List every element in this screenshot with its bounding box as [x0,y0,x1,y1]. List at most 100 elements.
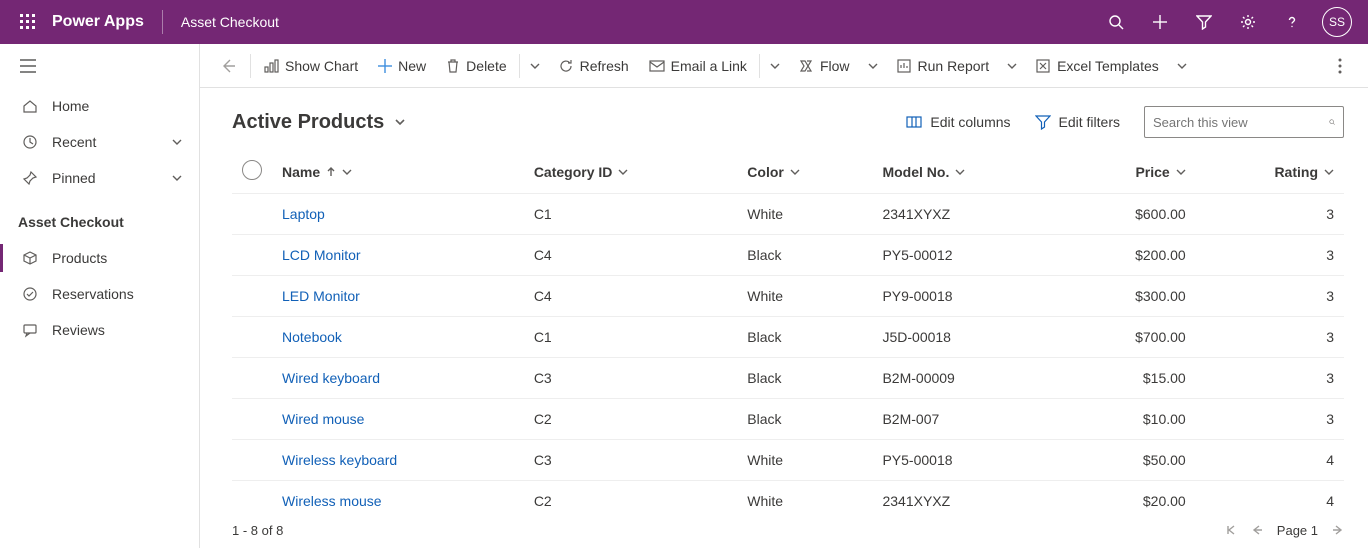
cell-name[interactable]: Wired mouse [272,399,524,440]
columns-icon [906,114,922,130]
cell-color: White [737,481,872,513]
settings-button[interactable] [1226,0,1270,44]
email-link-button[interactable]: Email a Link [639,44,757,88]
table-row[interactable]: Wireless mouseC2White2341XYXZ$20.004 [232,481,1344,513]
add-button[interactable] [1138,0,1182,44]
overflow-button[interactable] [1320,44,1360,88]
prev-page-button[interactable] [1251,524,1263,536]
filter-button[interactable] [1182,0,1226,44]
button-label: Run Report [918,58,990,74]
delete-dropdown[interactable] [522,61,548,71]
flow-button[interactable]: Flow [788,44,860,88]
excel-templates-button[interactable]: Excel Templates [1025,44,1169,88]
sidebar-item-products[interactable]: Products [0,240,199,276]
cell-rating: 3 [1196,358,1344,399]
view-title: Active Products [232,111,384,134]
table-row[interactable]: LCD MonitorC4BlackPY5-00012$200.003 [232,235,1344,276]
record-range: 1 - 8 of 8 [232,523,283,538]
chevron-down-icon [1176,167,1186,177]
sidebar-item-recent[interactable]: Recent [0,124,199,160]
table-row[interactable]: Wired mouseC2BlackB2M-007$10.003 [232,399,1344,440]
sidebar-item-label: Products [52,250,107,266]
cell-name[interactable]: Wired keyboard [272,358,524,399]
delete-button[interactable]: Delete [436,44,516,88]
next-page-button[interactable] [1332,524,1344,536]
table-row[interactable]: LED MonitorC4WhitePY9-00018$300.003 [232,276,1344,317]
chevron-down-icon [171,136,183,148]
table-row[interactable]: NotebookC1BlackJ5D-00018$700.003 [232,317,1344,358]
column-header-category[interactable]: Category ID [524,152,737,194]
breadcrumb[interactable]: Asset Checkout [181,14,279,30]
select-all-circle[interactable] [242,160,262,180]
row-select[interactable] [232,481,272,513]
sidebar-item-pinned[interactable]: Pinned [0,160,199,196]
column-header-name[interactable]: Name [272,152,524,194]
flow-dropdown[interactable] [860,61,886,71]
report-icon [896,58,912,74]
flow-icon [798,58,814,74]
sidebar-item-home[interactable]: Home [0,88,199,124]
search-box[interactable] [1144,106,1344,138]
search-icon [1329,115,1335,129]
search-button[interactable] [1094,0,1138,44]
cell-price: $50.00 [1064,440,1196,481]
sidebar-item-reviews[interactable]: Reviews [0,312,199,348]
excel-dropdown[interactable] [1169,61,1195,71]
page-label: Page 1 [1277,523,1318,538]
chevron-down-icon [1007,61,1017,71]
cell-color: White [737,276,872,317]
sidebar-item-label: Reviews [52,322,105,338]
edit-columns-button[interactable]: Edit columns [894,114,1022,130]
view-title-dropdown[interactable]: Active Products [232,111,406,134]
cell-category: C4 [524,235,737,276]
cell-name[interactable]: LCD Monitor [272,235,524,276]
waffle-menu[interactable] [8,0,48,44]
chevron-down-icon [342,167,352,177]
sidebar-item-reservations[interactable]: Reservations [0,276,199,312]
hamburger-button[interactable] [0,44,199,88]
sidebar-item-label: Reservations [52,286,134,302]
table-row[interactable]: LaptopC1White2341XYXZ$600.003 [232,194,1344,235]
cell-color: Black [737,358,872,399]
row-select[interactable] [232,317,272,358]
show-chart-button[interactable]: Show Chart [253,44,368,88]
row-select[interactable] [232,194,272,235]
email-dropdown[interactable] [762,61,788,71]
cell-rating: 3 [1196,399,1344,440]
cell-name[interactable]: LED Monitor [272,276,524,317]
button-label: Show Chart [285,58,358,74]
back-button[interactable] [208,44,248,88]
table-row[interactable]: Wireless keyboardC3WhitePY5-00018$50.004 [232,440,1344,481]
run-report-button[interactable]: Run Report [886,44,1000,88]
avatar[interactable]: SS [1322,7,1352,37]
cell-color: White [737,194,872,235]
first-page-button[interactable] [1225,524,1237,536]
column-header-price[interactable]: Price [1064,152,1196,194]
cell-price: $15.00 [1064,358,1196,399]
select-all-header[interactable] [232,152,272,194]
cell-name[interactable]: Laptop [272,194,524,235]
chevron-down-icon [1324,167,1334,177]
table-row[interactable]: Wired keyboardC3BlackB2M-00009$15.003 [232,358,1344,399]
row-select[interactable] [232,358,272,399]
cell-model: B2M-00009 [872,358,1064,399]
cell-name[interactable]: Wireless mouse [272,481,524,513]
search-input[interactable] [1153,115,1329,130]
check-circle-icon [20,286,40,302]
row-select[interactable] [232,235,272,276]
funnel-icon [1035,114,1051,130]
new-button[interactable]: New [368,44,436,88]
help-button[interactable] [1270,0,1314,44]
column-header-color[interactable]: Color [737,152,872,194]
row-select[interactable] [232,399,272,440]
cell-name[interactable]: Wireless keyboard [272,440,524,481]
edit-filters-button[interactable]: Edit filters [1023,114,1132,130]
cell-rating: 4 [1196,440,1344,481]
row-select[interactable] [232,276,272,317]
cell-name[interactable]: Notebook [272,317,524,358]
report-dropdown[interactable] [999,61,1025,71]
column-header-rating[interactable]: Rating [1196,152,1344,194]
refresh-button[interactable]: Refresh [548,44,639,88]
column-header-model[interactable]: Model No. [872,152,1064,194]
row-select[interactable] [232,440,272,481]
